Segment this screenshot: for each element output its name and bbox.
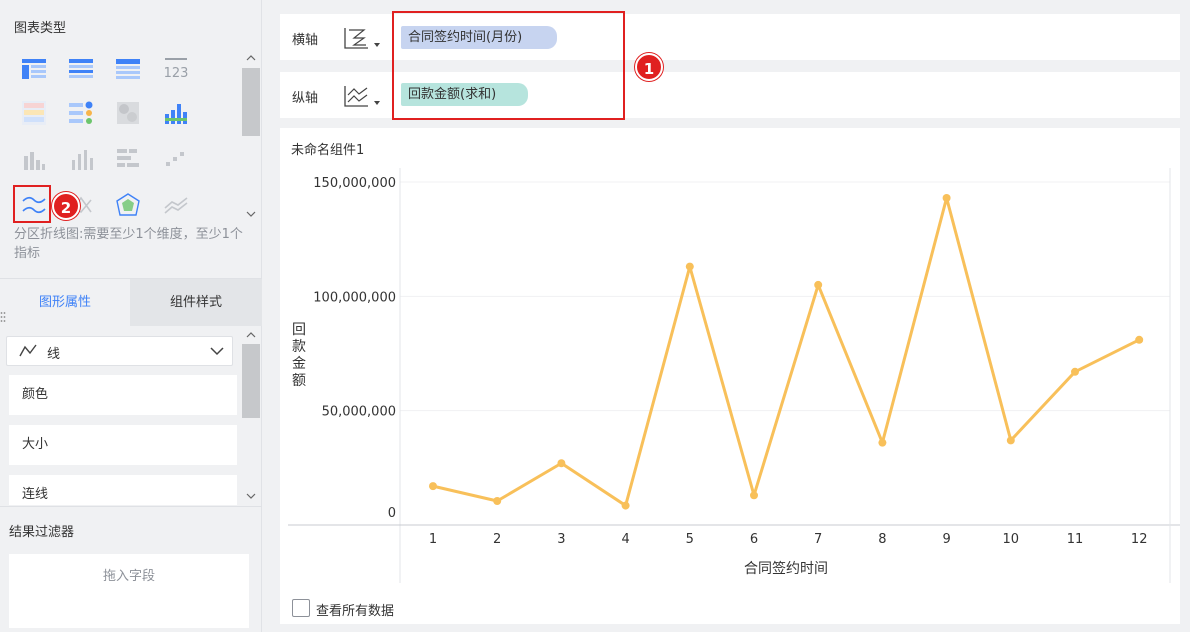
chart-type-description: 分区折线图:需要至少1个维度，至少1个指标 [14, 227, 243, 261]
filter-title: 结果过滤器 [9, 525, 75, 540]
property-scrollbar[interactable] [242, 326, 260, 506]
column-chart-icon[interactable] [67, 146, 95, 172]
x-tick-label: 2 [493, 532, 501, 547]
svg-text:123: 123 [164, 66, 189, 81]
scroll-down-icon[interactable] [246, 209, 256, 219]
y-axis-title-char: 款 [292, 339, 306, 355]
horizontal-bar-icon[interactable] [114, 146, 142, 172]
y-tick-label: 50,000,000 [322, 405, 396, 420]
x-tick-label: 1 [429, 532, 437, 547]
data-point [557, 459, 566, 468]
view-all-data-label: 查看所有数据 [316, 604, 395, 619]
scatter-icon[interactable] [162, 146, 190, 172]
x-axis-type-icon[interactable] [342, 24, 384, 52]
x-tick-label: 4 [621, 532, 629, 547]
data-point [685, 262, 694, 271]
x-tick-label: 3 [557, 532, 565, 547]
x-tick-label: 7 [814, 532, 822, 547]
grouped-bar-icon[interactable] [20, 146, 48, 172]
tab-graphic-properties[interactable]: 图形属性 [0, 279, 130, 326]
x-tick-label: 11 [1067, 532, 1084, 547]
filter-drop-zone[interactable]: 拖入字段 [9, 554, 249, 628]
detail-table-icon[interactable] [114, 56, 142, 82]
tab-component-style[interactable]: 组件样式 [130, 279, 262, 326]
y-axis-label: 纵轴 [292, 91, 319, 106]
scroll-down-icon[interactable] [246, 491, 256, 501]
chart-panel: 未命名组件1 0 50,000,000 100,000,000 150,000,000… [280, 128, 1180, 624]
y-axis-title-char: 回 [292, 322, 306, 338]
property-connect-line[interactable]: 连线 [9, 475, 237, 505]
y-tick-label: 100,000,000 [313, 290, 396, 305]
y-axis-title-char: 金 [292, 356, 306, 372]
data-point [621, 501, 630, 510]
y-tick-label: 150,000,000 [313, 176, 396, 191]
y-axis-title-char: 额 [292, 373, 306, 389]
axis-fields-highlight [392, 11, 625, 120]
data-point [814, 280, 823, 289]
y-axis-type-icon[interactable] [342, 82, 384, 110]
radar-chart-icon[interactable] [114, 192, 142, 218]
x-tick-label: 8 [878, 532, 886, 547]
left-panel: 图表类型 123 2 分区折线图:需要至少1个维度，至少1个指标 图形属性 组件… [0, 0, 262, 632]
property-tabs: 图形属性 组件样式 [0, 279, 262, 326]
scroll-up-icon[interactable] [246, 330, 256, 340]
data-point [750, 491, 758, 500]
x-tick-label: 10 [1003, 532, 1020, 547]
data-point [1006, 436, 1015, 445]
multi-line-icon[interactable] [162, 192, 190, 218]
x-axis-label: 横轴 [292, 33, 319, 48]
badge-one: 1 [635, 53, 663, 81]
x-tick-label: 5 [686, 532, 694, 547]
y-tick-label: 0 [388, 506, 396, 521]
property-size[interactable]: 大小 [9, 425, 237, 465]
data-point [878, 438, 887, 447]
data-point [429, 482, 437, 491]
heat-texture-icon[interactable] [114, 100, 142, 126]
x-axis-title: 合同签约时间 [744, 560, 828, 577]
grid-table-icon[interactable] [20, 56, 48, 82]
stacked-bar-icon[interactable] [162, 100, 190, 126]
selected-chart-highlight [13, 185, 51, 223]
x-tick-label: 12 [1131, 532, 1148, 547]
scrollbar-thumb[interactable] [242, 344, 260, 418]
mark-type-label: 线 [47, 347, 61, 362]
chart-type-scrollbar[interactable] [242, 50, 260, 222]
line-mark-icon [19, 344, 37, 357]
scrollbar-thumb[interactable] [242, 68, 260, 136]
drag-handle-icon[interactable] [0, 310, 6, 326]
badge-two: 2 [52, 192, 80, 220]
mark-type-dropdown[interactable]: 线 [6, 336, 233, 366]
data-point [493, 496, 502, 505]
data-point [1135, 335, 1144, 344]
number-card-icon[interactable]: 123 [162, 56, 190, 82]
view-all-data-checkbox[interactable] [292, 599, 310, 617]
data-point [942, 194, 951, 203]
group-table-icon[interactable] [67, 56, 95, 82]
chevron-down-icon [210, 347, 224, 356]
x-tick-label: 6 [750, 532, 758, 547]
x-tick-label: 9 [942, 532, 950, 547]
chart-type-title: 图表类型 [14, 21, 67, 36]
scroll-up-icon[interactable] [246, 53, 256, 63]
line-chart: 050,000,000100,000,000150,000,0001 2 3 4 5 6 7… [288, 168, 1180, 583]
series-line [432, 196, 1140, 508]
data-point [1071, 367, 1079, 376]
kpi-indicator-icon[interactable] [20, 100, 48, 126]
property-color[interactable]: 颜色 [9, 375, 237, 415]
traffic-light-icon[interactable] [67, 100, 95, 126]
divider [0, 506, 262, 507]
